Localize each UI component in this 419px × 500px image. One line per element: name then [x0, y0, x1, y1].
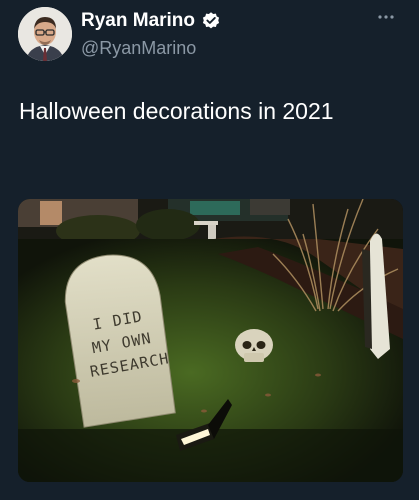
tweet-text: Halloween decorations in 2021	[19, 98, 334, 124]
avatar[interactable]	[18, 7, 72, 61]
tweet-media-image[interactable]: I DID MY OWN RESEARCH	[18, 199, 403, 482]
author-display-name[interactable]: Ryan Marino	[81, 10, 195, 32]
author-name-row: Ryan Marino	[81, 10, 221, 32]
verified-badge-icon	[201, 11, 221, 31]
author-handle[interactable]: @RyanMarino	[81, 37, 196, 59]
avatar-image	[18, 7, 72, 61]
more-dots-icon[interactable]	[373, 4, 399, 30]
